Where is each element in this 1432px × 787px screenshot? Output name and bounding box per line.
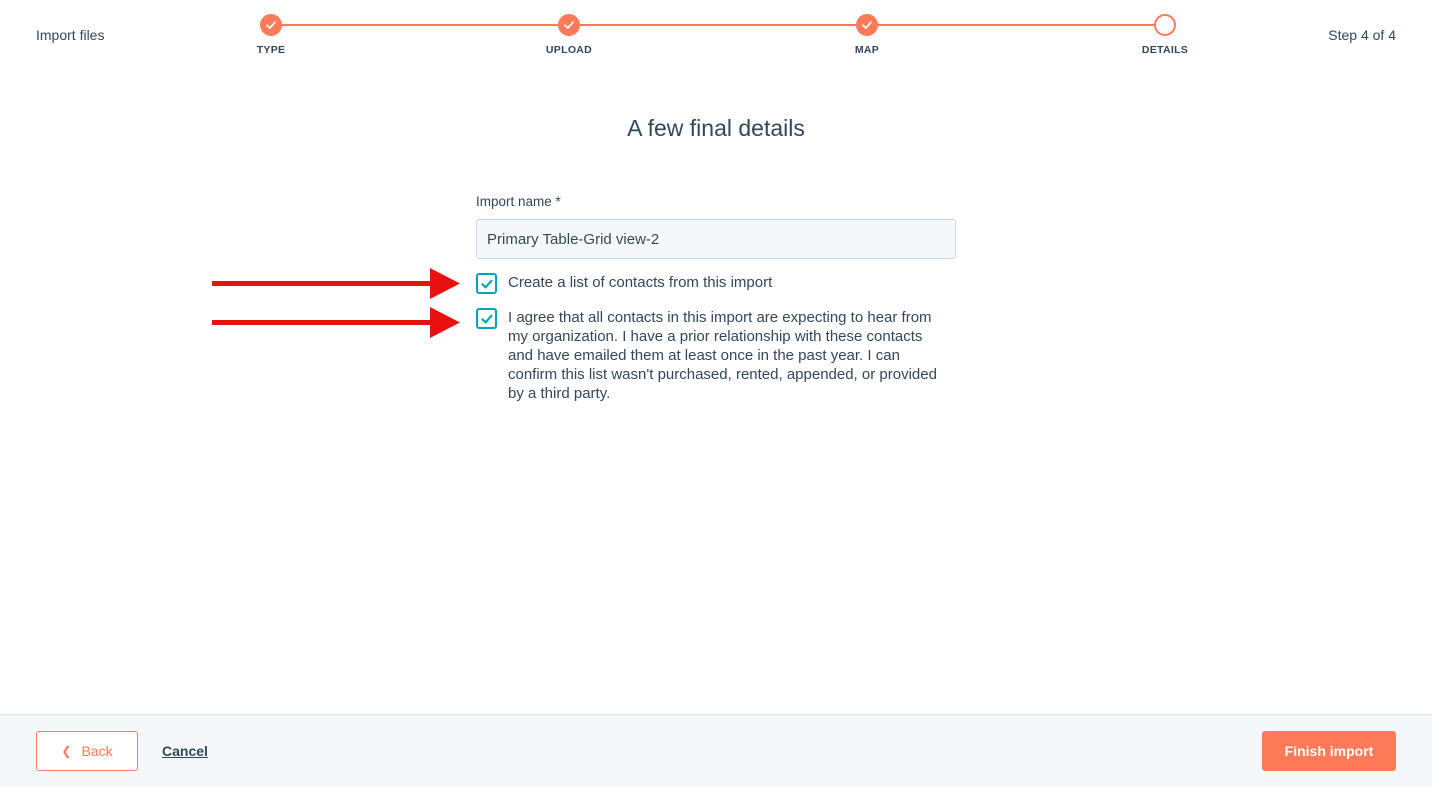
checkmark-icon: [480, 279, 493, 288]
create-list-label: Create a list of contacts from this impo…: [508, 274, 773, 291]
empty-circle-icon: [1154, 14, 1176, 36]
step-counter: Step 4 of 4: [1328, 27, 1396, 43]
annotation-arrow-icon: [212, 307, 460, 338]
step-type: TYPE: [221, 14, 321, 56]
step-label: UPLOAD: [545, 44, 593, 56]
import-wizard-page: Import files TYPE UPLOAD MAP DETAILS Ste…: [0, 0, 1432, 787]
annotation-arrow-icon: [212, 268, 460, 299]
stepper-line: [271, 24, 1165, 26]
cancel-link[interactable]: Cancel: [162, 743, 208, 759]
chevron-left-icon: ❮: [61, 744, 72, 758]
import-name-input[interactable]: [476, 219, 956, 259]
step-upload: UPLOAD: [519, 14, 619, 56]
back-button-label: Back: [81, 743, 113, 759]
footer-bar: ❮ Back Cancel Finish import: [0, 714, 1432, 787]
back-button[interactable]: ❮ Back: [36, 731, 138, 771]
create-list-checkbox[interactable]: [476, 273, 497, 294]
checkmark-icon: [480, 314, 493, 323]
consent-label: I agree that all contacts in this import…: [508, 309, 937, 402]
page-title: Import files: [36, 27, 105, 43]
step-details: DETAILS: [1115, 14, 1215, 56]
step-complete-icon: [558, 14, 580, 36]
step-label: DETAILS: [1141, 44, 1189, 56]
progress-stepper: TYPE UPLOAD MAP DETAILS: [257, 14, 1188, 64]
checkmark-icon: [564, 21, 574, 29]
step-label: MAP: [854, 44, 880, 56]
consent-option[interactable]: I agree that all contacts in this import…: [476, 308, 948, 403]
step-label: TYPE: [256, 44, 286, 56]
step-map: MAP: [817, 14, 917, 56]
checkmark-icon: [862, 21, 872, 29]
section-heading: A few final details: [627, 115, 805, 141]
finish-import-button[interactable]: Finish import: [1262, 731, 1396, 771]
consent-checkbox[interactable]: [476, 308, 497, 329]
checkmark-icon: [266, 21, 276, 29]
create-list-option[interactable]: Create a list of contacts from this impo…: [476, 273, 772, 294]
step-complete-icon: [856, 14, 878, 36]
import-name-label: Import name *: [476, 194, 561, 209]
step-complete-icon: [260, 14, 282, 36]
